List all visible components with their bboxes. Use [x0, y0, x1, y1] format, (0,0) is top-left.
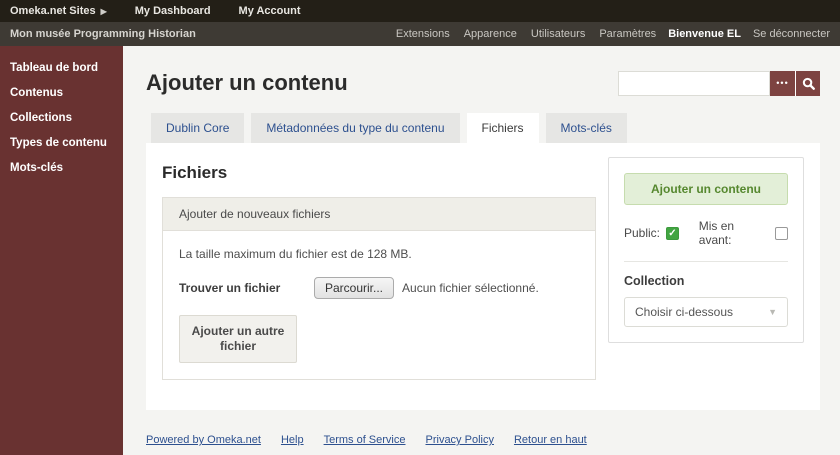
- tab-mots-cles[interactable]: Mots-clés: [545, 113, 627, 143]
- collection-select[interactable]: Choisir ci-dessous ▼: [624, 297, 788, 327]
- admin-sidebar: Tableau de bord Contenus Collections Typ…: [0, 46, 123, 455]
- advanced-search-button[interactable]: •••: [770, 70, 795, 96]
- terms-of-service-link[interactable]: Terms of Service: [324, 434, 406, 446]
- public-checkbox[interactable]: ✓: [666, 226, 679, 240]
- logout-link[interactable]: Se déconnecter: [753, 28, 830, 40]
- sidebar-item-types-de-contenu[interactable]: Types de contenu: [0, 131, 123, 155]
- ellipsis-icon: •••: [776, 78, 789, 88]
- featured-checkbox[interactable]: [775, 226, 788, 240]
- add-another-file-button[interactable]: Ajouter un autre fichier: [179, 315, 297, 363]
- apparence-link[interactable]: Apparence: [464, 28, 517, 40]
- search-input[interactable]: [618, 70, 770, 96]
- files-section-title: Fichiers: [162, 163, 228, 182]
- site-title-link[interactable]: Mon musée Programming Historian: [10, 28, 196, 40]
- tab-fichiers[interactable]: Fichiers: [466, 113, 539, 143]
- collection-selected-value: Choisir ci-dessous: [635, 305, 734, 319]
- my-dashboard-label: My Dashboard: [134, 5, 211, 17]
- my-account-label: My Account: [238, 5, 301, 17]
- tab-dublin-core[interactable]: Dublin Core: [151, 113, 245, 143]
- powered-by-link[interactable]: Powered by Omeka.net: [146, 434, 261, 446]
- featured-label: Mis en avant:: [698, 219, 735, 247]
- admin-bar: Mon musée Programming Historian Extensio…: [0, 22, 840, 46]
- my-dashboard-link[interactable]: My Dashboard: [135, 5, 211, 17]
- extensions-link[interactable]: Extensions: [396, 28, 450, 40]
- sidebar-item-collections[interactable]: Collections: [0, 106, 123, 130]
- sidebar-item-contenus[interactable]: Contenus: [0, 81, 123, 105]
- help-link[interactable]: Help: [281, 434, 304, 446]
- max-file-size-note: La taille maximum du fichier est de 128 …: [179, 247, 412, 261]
- search-bar: •••: [618, 70, 820, 96]
- search-icon: [802, 77, 815, 90]
- find-file-label: Trouver un fichier: [179, 281, 281, 295]
- filebox-header: Ajouter de nouveaux fichiers: [163, 198, 595, 231]
- admin-footer: Powered by Omeka.net Help Terms of Servi…: [146, 434, 820, 446]
- my-account-link[interactable]: My Account: [239, 5, 301, 17]
- privacy-policy-link[interactable]: Privacy Policy: [426, 434, 494, 446]
- main-content: Ajouter un contenu ••• Dublin Core Métad…: [123, 46, 840, 455]
- tab-item-type-metadata[interactable]: Métadonnées du type du contenu: [251, 113, 460, 143]
- save-panel: Ajouter un contenu Public: ✓ Mis en avan…: [608, 157, 804, 343]
- caret-right-icon: ▶: [100, 6, 107, 16]
- tab-content-panel: Fichiers Ajouter de nouveaux fichiers La…: [146, 143, 820, 410]
- item-tabs: Dublin Core Métadonnées du type du conte…: [151, 113, 820, 143]
- search-submit-button[interactable]: [795, 70, 820, 96]
- sidebar-item-mots-cles[interactable]: Mots-clés: [0, 156, 123, 180]
- utilisateurs-link[interactable]: Utilisateurs: [531, 28, 585, 40]
- sidebar-item-dashboard[interactable]: Tableau de bord: [0, 56, 123, 80]
- top-account-bar: Omeka.net Sites ▶ My Dashboard My Accoun…: [0, 0, 840, 22]
- page-title: Ajouter un contenu: [146, 70, 348, 95]
- chevron-down-icon: ▼: [768, 307, 777, 317]
- browse-file-button[interactable]: Parcourir...: [314, 277, 395, 299]
- omeka-sites-label: Omeka.net Sites: [10, 5, 96, 17]
- add-new-files-box: Ajouter de nouveaux fichiers La taille m…: [162, 197, 596, 380]
- save-panel-divider: [624, 261, 788, 262]
- omeka-sites-menu[interactable]: Omeka.net Sites ▶: [10, 5, 107, 17]
- welcome-user-label: Bienvenue EL: [668, 28, 741, 40]
- no-file-selected-text: Aucun fichier sélectionné.: [402, 281, 539, 295]
- back-to-top-link[interactable]: Retour en haut: [514, 434, 587, 446]
- public-label: Public:: [624, 226, 661, 240]
- collection-label: Collection: [624, 274, 685, 288]
- parametres-link[interactable]: Paramètres: [599, 28, 656, 40]
- submit-item-button[interactable]: Ajouter un contenu: [624, 173, 788, 205]
